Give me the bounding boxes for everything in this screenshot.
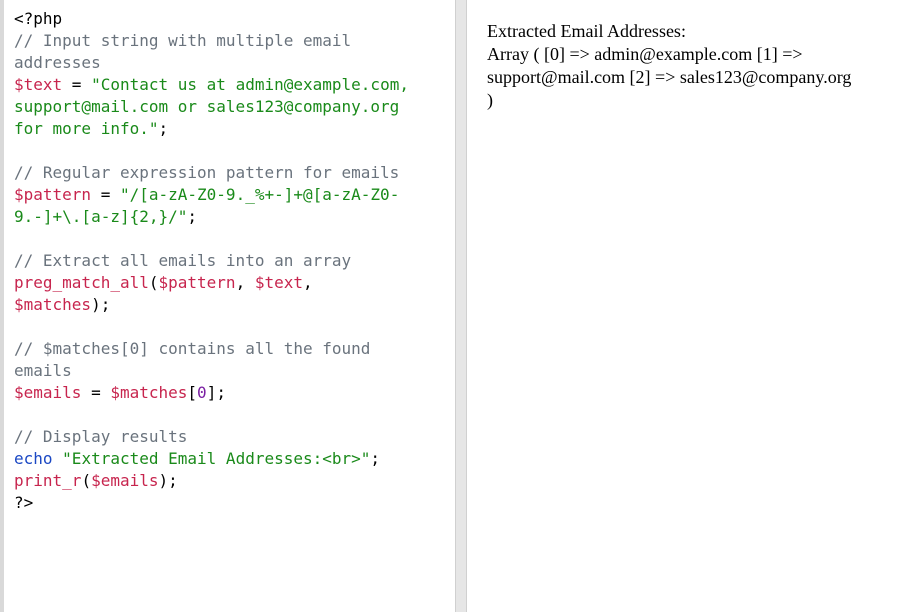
code-token-var: $text [14, 75, 63, 94]
code-content[interactable]: <?php // Input string with multiple email… [4, 0, 455, 514]
code-token-string: for more info." [14, 119, 159, 138]
code-line: // Regular expression pattern for emails [14, 162, 455, 184]
code-token-comment: addresses [14, 53, 101, 72]
code-token-comment: // Display results [14, 427, 188, 446]
code-token-plain: = [91, 185, 120, 204]
code-line: // Extract all emails into an array [14, 250, 455, 272]
code-token-var: $emails [14, 383, 82, 402]
code-token-var: $matches [110, 383, 188, 402]
output-line: Array ( [0] => admin@example.com [1] => [487, 44, 803, 64]
code-line: // Input string with multiple email [14, 30, 455, 52]
code-token-plain: ]; [206, 383, 226, 402]
code-token-var: $emails [91, 471, 159, 490]
code-token-plain: ?> [14, 493, 34, 512]
output-line: Extracted Email Addresses: [487, 21, 686, 41]
code-token-comment: // Regular expression pattern for emails [14, 163, 400, 182]
code-token-var: $pattern [158, 273, 236, 292]
code-playground: <?php // Input string with multiple email… [0, 0, 907, 612]
code-token-plain: ; [370, 449, 381, 468]
code-token-string: "Contact us at admin@example.com, [91, 75, 409, 94]
code-line: print_r($emails); [14, 470, 455, 492]
code-line: $pattern = "/[a-zA-Z0-9._%+-]+@[a-zA-Z0- [14, 184, 455, 206]
code-line: 9.-]+\.[a-z]{2,}/"; [14, 206, 455, 228]
code-line: ?> [14, 492, 455, 514]
output-line: ) [487, 90, 493, 110]
output-pane: Extracted Email Addresses: Array ( [0] =… [467, 0, 907, 612]
output-line: support@mail.com [2] => sales123@company… [487, 67, 852, 87]
code-line: support@mail.com or sales123@company.org [14, 96, 455, 118]
code-line: <?php [14, 8, 455, 30]
code-editor[interactable]: <?php // Input string with multiple email… [4, 0, 455, 612]
code-token-plain: ( [81, 471, 92, 490]
code-token-plain: = [81, 383, 111, 402]
code-token-string: support@mail.com or sales123@company.org [14, 97, 400, 116]
code-token-string: 9.-]+\.[a-z]{2,}/" [14, 207, 188, 226]
pane-splitter[interactable] [455, 0, 467, 612]
code-line: echo "Extracted Email Addresses:<br>"; [14, 448, 455, 470]
code-token-var: $matches [14, 295, 92, 314]
code-token-plain: ; [158, 119, 169, 138]
code-line: // $matches[0] contains all the found [14, 338, 455, 360]
code-token-comment: // $matches[0] contains all the found [14, 339, 371, 358]
code-token-comment: emails [14, 361, 72, 380]
code-line: emails [14, 360, 455, 382]
code-token-plain: ; [187, 207, 198, 226]
code-token-string: "Extracted Email Addresses:<br>" [62, 449, 371, 468]
code-token-comment: // Extract all emails into an array [14, 251, 352, 270]
code-token-plain: = [62, 75, 92, 94]
code-token-var: $text [254, 273, 303, 292]
code-token-plain: , [235, 273, 255, 292]
code-line: $matches); [14, 294, 455, 316]
code-token-comment: // Input string with multiple email [14, 31, 352, 50]
code-line: // Display results [14, 426, 455, 448]
code-token-func: print_r [14, 471, 82, 490]
code-token-plain: ); [158, 471, 178, 490]
code-token-plain: , [303, 273, 313, 292]
code-line: addresses [14, 52, 455, 74]
code-line: preg_match_all($pattern, $text, [14, 272, 455, 294]
code-token-var: $pattern [14, 185, 92, 204]
code-token-plain: ( [148, 273, 159, 292]
code-token-keyword: echo [14, 449, 53, 468]
code-line: $emails = $matches[0]; [14, 382, 455, 404]
code-token-plain: ); [91, 295, 111, 314]
code-token-number: 0 [197, 383, 207, 402]
output-content: Extracted Email Addresses: Array ( [0] =… [467, 0, 907, 112]
code-token-plain: [ [187, 383, 198, 402]
code-line: $text = "Contact us at admin@example.com… [14, 74, 455, 96]
code-token-plain: <?php [14, 9, 63, 28]
code-token-func: preg_match_all [14, 273, 149, 292]
code-token-string: "/[a-zA-Z0-9._%+-]+@[a-zA-Z0- [119, 185, 400, 204]
code-line: for more info."; [14, 118, 455, 140]
